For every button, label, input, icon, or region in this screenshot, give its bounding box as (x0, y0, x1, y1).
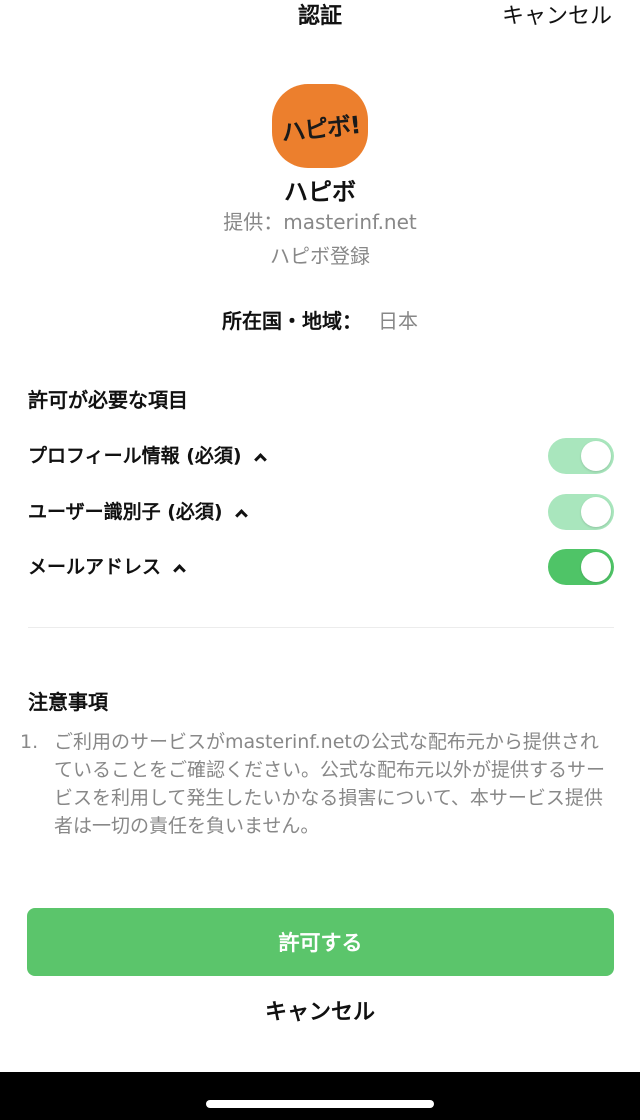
permission-row-profile: プロフィール情報 (必須) (28, 438, 614, 474)
chevron-up-icon (253, 452, 267, 466)
region-info: 所在国・地域： 日本 (0, 306, 640, 336)
system-bottom-bar (0, 1072, 640, 1120)
region-label: 所在国・地域： (222, 309, 362, 333)
app-purpose: ハピボ登録 (270, 244, 370, 268)
permission-toggle-user-id[interactable] (548, 494, 614, 530)
app-logo-text: ハピボ! (279, 110, 361, 147)
region-value: 日本 (378, 309, 418, 333)
permission-label: ユーザー識別子 (必須) (28, 501, 223, 523)
chevron-up-icon (173, 563, 186, 577)
authorization-screen: 認証 キャンセル ハピボ! ハピボ 提供：masterinf.net ハピボ登録… (0, 0, 640, 1120)
permission-toggle-profile[interactable] (548, 438, 614, 474)
permission-label: メールアドレス (28, 556, 162, 578)
allow-button[interactable]: 許可する (27, 908, 614, 976)
toggle-knob (581, 441, 611, 471)
permission-expander-email[interactable]: メールアドレス (28, 553, 186, 581)
permission-toggle-email[interactable] (548, 549, 614, 585)
chevron-up-icon (234, 508, 248, 522)
toggle-knob (581, 497, 611, 527)
permission-row-user-id: ユーザー識別子 (必須) (28, 494, 614, 530)
notes-heading: 注意事項 (28, 690, 108, 714)
header-cancel-button[interactable]: キャンセル (502, 2, 612, 32)
divider (28, 627, 614, 628)
permission-label: プロフィール情報 (必須) (28, 445, 242, 467)
toggle-knob (581, 552, 611, 582)
cancel-button[interactable]: キャンセル (0, 996, 640, 1030)
permission-row-email: メールアドレス (28, 549, 614, 585)
app-logo: ハピボ! (272, 84, 368, 168)
permission-expander-profile[interactable]: プロフィール情報 (必須) (28, 442, 267, 470)
app-provider: 提供：masterinf.net (223, 210, 417, 234)
permissions-heading: 許可が必要な項目 (28, 388, 188, 412)
home-indicator[interactable] (206, 1100, 434, 1108)
app-name: ハピボ (284, 178, 356, 206)
note-text: ご利用のサービスがmasterinf.netの公式な配布元から提供されていること… (54, 731, 606, 837)
note-number: 1. (20, 731, 39, 753)
permission-expander-user-id[interactable]: ユーザー識別子 (必須) (28, 498, 248, 526)
